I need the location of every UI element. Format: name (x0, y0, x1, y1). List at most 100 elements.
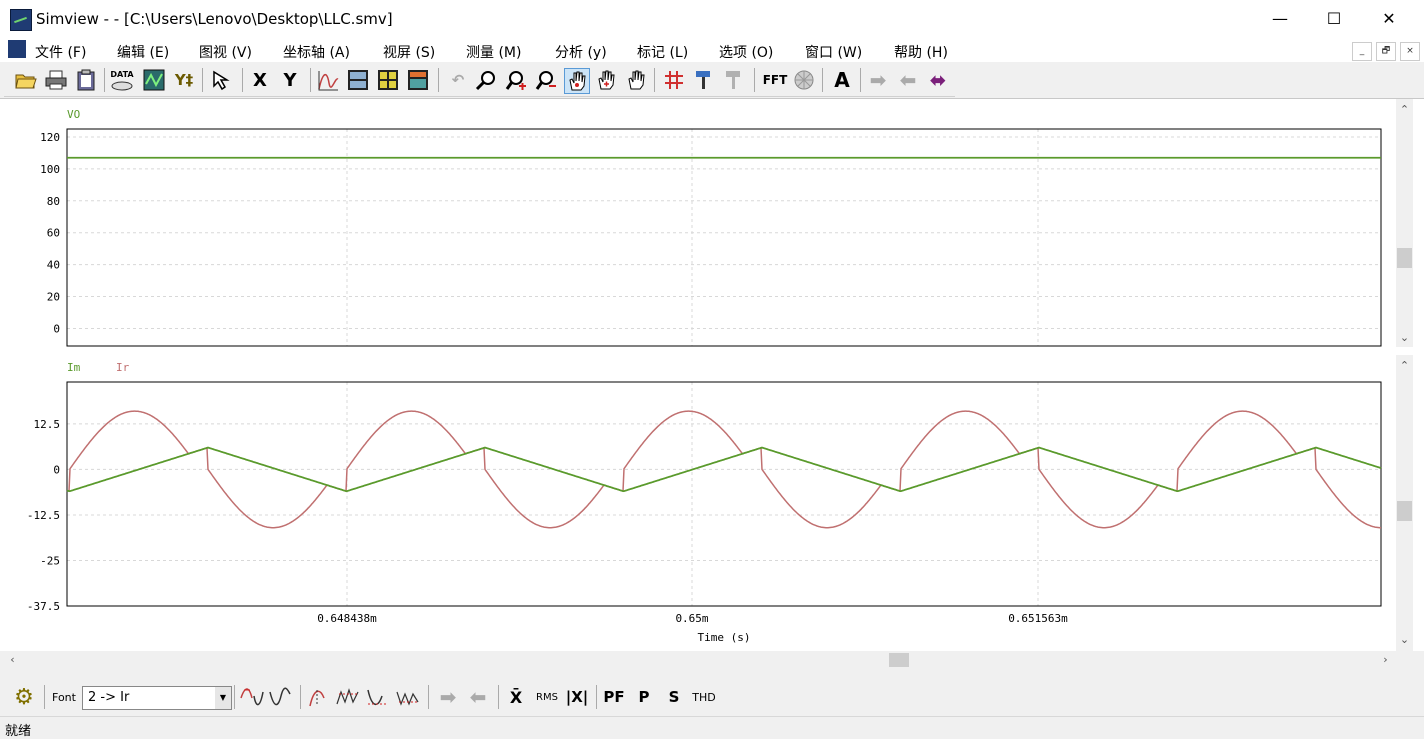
legend-vo: VO (67, 108, 80, 121)
plot-area: VO 120 100 80 60 40 20 0 Im Ir 12.5 0 -12.5 -25 -37.5 0… (0, 98, 1424, 652)
scroll-down-icon[interactable]: ⌄ (1396, 331, 1413, 344)
rms-button[interactable]: RMS (532, 685, 562, 709)
hand-icon[interactable] (624, 68, 648, 92)
toolbar-separator (860, 68, 861, 92)
open-folder-icon[interactable] (14, 68, 38, 92)
toolbar-separator (202, 68, 203, 92)
cursor-marker-icon[interactable] (692, 68, 716, 92)
cursor-marker-disabled-icon[interactable] (722, 68, 746, 92)
text-tool-button[interactable]: A (830, 68, 854, 92)
data-icon[interactable]: DATA (110, 68, 134, 92)
mean-button[interactable]: X̄ (504, 685, 528, 709)
maximize-button[interactable]: ☐ (1311, 0, 1357, 38)
scroll-right-icon[interactable]: › (1377, 653, 1394, 666)
scroll-down-icon[interactable]: ⌄ (1396, 633, 1413, 646)
horizontal-scrollbar[interactable]: ‹ › (0, 651, 1424, 669)
toolbar-separator (822, 68, 823, 92)
pan-hand-icon[interactable] (564, 68, 590, 94)
arrow-left-icon[interactable]: ⬅ (466, 685, 490, 709)
lower-vertical-scrollbar[interactable]: ⌃ ⌄ (1396, 355, 1413, 652)
spectrum-icon[interactable] (792, 68, 816, 92)
toolbar-separator (428, 685, 429, 709)
y-axis-button[interactable]: Y (278, 68, 302, 92)
p-button[interactable]: P (632, 685, 656, 709)
horizontal-scroll-thumb[interactable] (889, 653, 909, 667)
settings-gear-icon[interactable]: ⚙ (12, 685, 36, 710)
min-marker-icon[interactable] (366, 685, 390, 709)
menu-screen[interactable]: 视屏 (S) (383, 42, 435, 62)
thd-button[interactable]: THD (690, 685, 718, 709)
x-tick-label: 0.65m (675, 612, 708, 625)
abs-mean-button[interactable]: |X| (564, 685, 590, 709)
chevron-down-icon[interactable]: ▼ (215, 687, 231, 709)
y-tick-label: 100 (40, 163, 60, 176)
clipboard-icon[interactable] (74, 68, 98, 92)
menu-axis[interactable]: 坐标轴 (A) (283, 42, 350, 62)
mdi-close-button[interactable]: × (1400, 42, 1420, 61)
simview-app-icon (10, 9, 32, 31)
close-button[interactable]: ✕ (1366, 0, 1412, 38)
arrow-right-icon[interactable]: ➡ (436, 685, 460, 709)
x-tick-label: 0.648438m (317, 612, 377, 625)
menu-measure[interactable]: 测量 (M) (466, 42, 521, 62)
toolbar-separator (242, 68, 243, 92)
zoom-out-icon[interactable] (534, 68, 558, 92)
x-axis-label: Time (s) (698, 631, 751, 644)
scroll-thumb[interactable] (1397, 501, 1412, 521)
status-text: 就绪 (5, 724, 32, 739)
multi-peak-icon[interactable] (336, 685, 360, 709)
toolbar-separator (310, 68, 311, 92)
screen-layout-icon[interactable] (406, 68, 430, 92)
waveform-select-icon[interactable] (142, 68, 166, 92)
scroll-thumb[interactable] (1397, 248, 1412, 268)
arrow-left-icon[interactable]: ⬅ (896, 68, 920, 92)
arrow-both-icon[interactable]: ⬌ (926, 68, 950, 92)
y-tick-label: -25 (40, 554, 60, 567)
scroll-up-icon[interactable]: ⌃ (1396, 359, 1413, 372)
s-button[interactable]: S (662, 685, 686, 709)
menu-options[interactable]: 选项 (O) (719, 42, 773, 62)
scroll-left-icon[interactable]: ‹ (4, 653, 21, 666)
undo-icon[interactable]: ↶ (446, 68, 470, 92)
menu-help[interactable]: 帮助 (H) (894, 42, 948, 62)
fft-button[interactable]: FFT (760, 68, 790, 92)
menu-edit[interactable]: 编辑 (E) (117, 42, 169, 62)
y-cursor-icon[interactable]: Y‡ (172, 68, 196, 92)
plot-curve-icon[interactable] (316, 68, 340, 92)
upper-vertical-scrollbar[interactable]: ⌃ ⌄ (1396, 99, 1413, 347)
menu-view[interactable]: 图视 (V) (199, 42, 252, 62)
mdi-document-icon[interactable] (8, 40, 26, 58)
window-title: Simview - - [C:\Users\Lenovo\Desktop\LLC… (36, 10, 393, 28)
minimize-button[interactable]: — (1257, 0, 1303, 38)
single-screen-icon[interactable] (346, 68, 370, 92)
arrow-right-icon[interactable]: ➡ (866, 68, 890, 92)
toolbar-separator (438, 68, 439, 92)
measure-toolbar: ⚙ Font 2 -> Ir ▼ ➡ ⬅ X̄ RMS |X| PF P S T… (4, 681, 720, 713)
mdi-minimize-button[interactable]: _ (1352, 42, 1372, 61)
y-tick-label: 0 (53, 463, 60, 476)
x-axis-button[interactable]: X (248, 68, 272, 92)
waveform-select-combo[interactable]: 2 -> Ir ▼ (82, 686, 232, 710)
menu-label[interactable]: 标记 (L) (637, 42, 688, 62)
pf-button[interactable]: PF (601, 685, 627, 709)
peak-max-icon[interactable] (240, 685, 264, 709)
mdi-restore-button[interactable]: 🗗 (1376, 42, 1396, 61)
max-marker-icon[interactable] (308, 685, 332, 709)
wave-min-icon[interactable] (268, 685, 292, 709)
scroll-up-icon[interactable]: ⌃ (1396, 103, 1413, 116)
multi-valley-icon[interactable] (396, 685, 420, 709)
waveform-charts[interactable]: VO 120 100 80 60 40 20 0 Im Ir 12.5 0 -12.5 -25 -37.5 0… (0, 99, 1395, 652)
select-arrow-icon[interactable] (210, 68, 234, 92)
legend-im: Im (67, 361, 81, 374)
font-button[interactable]: Font (50, 685, 78, 709)
menu-file[interactable]: 文件 (F) (35, 42, 86, 62)
zoom-in-icon[interactable] (504, 68, 528, 92)
menu-analysis[interactable]: 分析 (y) (555, 42, 607, 62)
multi-screen-icon[interactable] (376, 68, 400, 92)
grid-icon[interactable] (662, 68, 686, 92)
zoom-icon[interactable] (474, 68, 498, 92)
y-tick-label: 60 (47, 227, 60, 240)
print-icon[interactable] (44, 68, 68, 92)
menu-window[interactable]: 窗口 (W) (805, 42, 862, 62)
hand-plus-icon[interactable] (594, 68, 618, 92)
